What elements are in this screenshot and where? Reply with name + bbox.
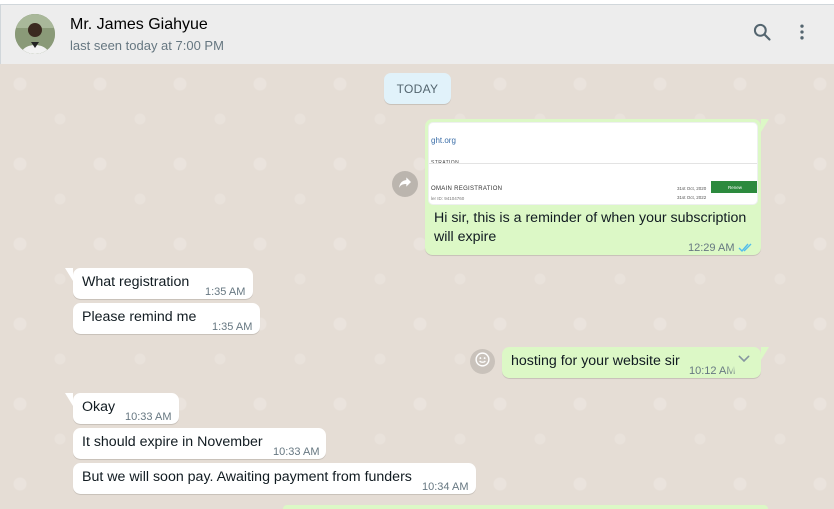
message-time: 1:35 AM (212, 321, 253, 333)
chat-header: Mr. James Giahyue last seen today at 7:0… (0, 5, 834, 64)
date-separator: TODAY (384, 73, 451, 104)
message-text: What registration (82, 274, 190, 290)
message-time: 1:35 AM (205, 286, 246, 298)
message-bubble-incoming[interactable]: Okay 10:33 AM (65, 393, 179, 424)
message-bubble-incoming[interactable]: It should expire in November 10:33 AM (73, 428, 326, 459)
search-icon (752, 22, 772, 47)
image-site-text: ght.org (431, 136, 456, 145)
image-divider (429, 163, 757, 164)
chat-message-area[interactable]: TODAY ght.org STRATION OMAIN REGISTRATIO… (0, 64, 834, 509)
message-bubble-incoming[interactable]: Please remind me 1:35 AM (73, 303, 260, 334)
image-renew-button: Renew (711, 181, 757, 193)
contact-name[interactable]: Mr. James Giahyue (70, 16, 208, 34)
more-vertical-icon (792, 22, 812, 47)
search-button[interactable] (749, 21, 775, 47)
message-text: But we will soon pay. Awaiting payment f… (82, 469, 412, 485)
image-order-id-text: ler ID: 94104760 (431, 196, 465, 201)
last-seen-status: last seen today at 7:00 PM (70, 38, 224, 53)
react-button[interactable] (470, 349, 495, 374)
bubble-tail (761, 347, 769, 360)
bubble-tail (65, 393, 73, 406)
message-image[interactable]: ght.org STRATION OMAIN REGISTRATION ler … (428, 122, 758, 205)
bubble-tail (761, 119, 769, 132)
read-receipt-icon (738, 240, 754, 259)
avatar[interactable] (15, 14, 55, 54)
message-bubble-outgoing[interactable]: ght.org STRATION OMAIN REGISTRATION ler … (425, 119, 769, 255)
message-time: 10:34 AM (422, 481, 469, 493)
message-bubble-incoming[interactable]: What registration 1:35 AM (65, 268, 253, 299)
chevron-down-icon (736, 351, 752, 373)
message-menu-button[interactable] (735, 353, 753, 371)
bubble-tail (65, 268, 73, 281)
message-text: Please remind me (82, 309, 197, 325)
forward-icon (397, 174, 413, 195)
message-time: 10:12 AM (689, 365, 736, 377)
message-time: 12:29 AM (688, 242, 735, 254)
message-bubble-incoming[interactable]: But we will soon pay. Awaiting payment f… (73, 463, 476, 494)
image-date-2: 31st Oct, 2022 (677, 195, 707, 200)
menu-button[interactable] (789, 21, 815, 47)
message-time: 10:33 AM (273, 446, 320, 458)
forward-button[interactable] (392, 171, 418, 197)
message-text: Okay (82, 399, 116, 415)
emoji-icon (474, 351, 491, 373)
message-text: hosting for your website sir (511, 353, 680, 369)
message-bubble-outgoing[interactable]: hosting for your website sir 10:12 AM (502, 347, 769, 378)
message-bubble-partial (283, 505, 768, 509)
message-time: 10:33 AM (125, 411, 172, 423)
message-text: It should expire in November (82, 434, 263, 450)
